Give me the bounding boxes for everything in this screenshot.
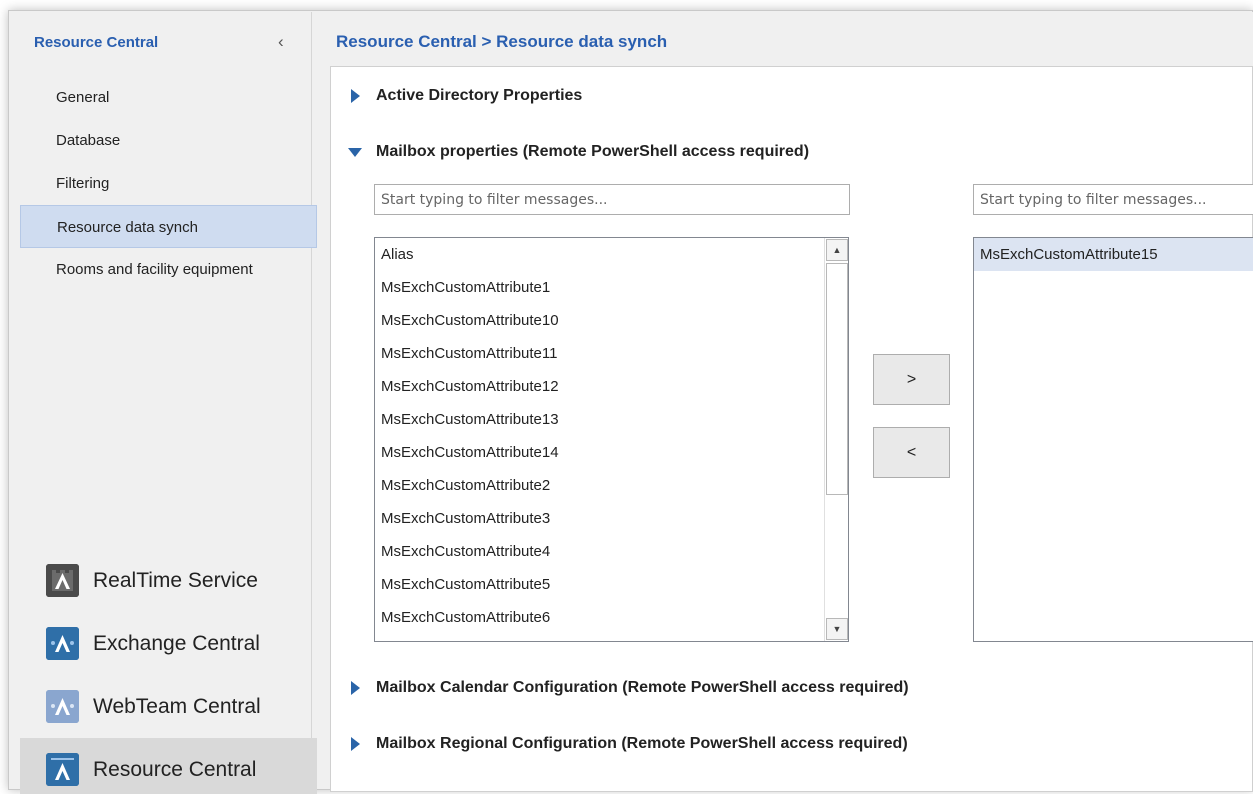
sidebar-item-filtering[interactable]: Filtering bbox=[20, 162, 317, 205]
sidebar-item-rooms-and-facility-equipment[interactable]: Rooms and facility equipment bbox=[20, 248, 317, 291]
list-item[interactable]: MsExchCustomAttribute10 bbox=[375, 304, 824, 337]
vertical-scrollbar[interactable]: ▲ ▼ bbox=[824, 238, 848, 641]
main-panel: Resource Central > Resource data synch A… bbox=[320, 12, 1253, 792]
expand-arrow-icon bbox=[347, 736, 363, 752]
module-label: Exchange Central bbox=[93, 631, 260, 655]
selected-properties-list[interactable]: MsExchCustomAttribute15 bbox=[973, 237, 1253, 642]
module-webteam-central[interactable]: WebTeam Central bbox=[20, 675, 317, 738]
breadcrumb: Resource Central > Resource data synch bbox=[336, 32, 668, 51]
list-item[interactable]: MsExchCustomAttribute13 bbox=[375, 403, 824, 436]
section-label: Mailbox Calendar Configuration (Remote P… bbox=[376, 679, 909, 696]
module-realtime-service[interactable]: RealTime Service bbox=[20, 549, 317, 612]
selected-filter-input[interactable] bbox=[973, 184, 1253, 215]
add-property-button[interactable]: > bbox=[873, 354, 950, 405]
list-item[interactable]: MsExchCustomAttribute12 bbox=[375, 370, 824, 403]
list-item[interactable]: MsExchCustomAttribute3 bbox=[375, 502, 824, 535]
scroll-up-button[interactable]: ▲ bbox=[826, 239, 848, 261]
available-filter-input[interactable] bbox=[374, 184, 850, 215]
section-label: Active Directory Properties bbox=[376, 87, 583, 104]
section-label: Mailbox Regional Configuration (Remote P… bbox=[376, 735, 908, 752]
expand-arrow-icon bbox=[347, 88, 363, 104]
section-active-directory-properties[interactable]: Active Directory Properties bbox=[347, 87, 582, 105]
list-item[interactable]: MsExchCustomAttribute6 bbox=[375, 601, 824, 634]
collapse-arrow-icon bbox=[347, 144, 363, 160]
list-item[interactable]: MsExchCustomAttribute15 bbox=[974, 238, 1253, 271]
section-mailbox-properties[interactable]: Mailbox properties (Remote PowerShell ac… bbox=[347, 143, 809, 161]
section-label: Mailbox properties (Remote PowerShell ac… bbox=[376, 143, 810, 160]
section-mailbox-regional-configuration[interactable]: Mailbox Regional Configuration (Remote P… bbox=[347, 735, 908, 753]
collapse-chevron-icon[interactable]: ‹ bbox=[278, 32, 284, 52]
resource-central-icon bbox=[46, 753, 79, 786]
sidebar-nav: General Database Filtering Resource data… bbox=[20, 76, 317, 291]
expand-arrow-icon bbox=[347, 680, 363, 696]
module-exchange-central[interactable]: Exchange Central bbox=[20, 612, 317, 675]
list-item[interactable]: Alias bbox=[375, 238, 824, 271]
list-item[interactable]: MsExchCustomAttribute14 bbox=[375, 436, 824, 469]
webteam-central-icon bbox=[46, 690, 79, 723]
list-item[interactable]: MsExchCustomAttribute11 bbox=[375, 337, 824, 370]
module-switcher: RealTime Service Exchange Central WebTea… bbox=[20, 549, 317, 794]
module-label: RealTime Service bbox=[93, 568, 258, 592]
sidebar-header: Resource Central ‹ bbox=[10, 30, 312, 58]
sidebar: Resource Central ‹ General Database Filt… bbox=[10, 12, 317, 794]
list-item[interactable]: MsExchCustomAttribute5 bbox=[375, 568, 824, 601]
section-mailbox-calendar-configuration[interactable]: Mailbox Calendar Configuration (Remote P… bbox=[347, 679, 909, 697]
realtime-service-icon bbox=[46, 564, 79, 597]
list-item[interactable]: MsExchCustomAttribute4 bbox=[375, 535, 824, 568]
module-label: WebTeam Central bbox=[93, 694, 261, 718]
list-item[interactable]: MsExchCustomAttribute1 bbox=[375, 271, 824, 304]
sidebar-item-resource-data-synch[interactable]: Resource data synch bbox=[20, 205, 317, 248]
sidebar-item-general[interactable]: General bbox=[20, 76, 317, 119]
exchange-central-icon bbox=[46, 627, 79, 660]
module-resource-central[interactable]: Resource Central bbox=[20, 738, 317, 794]
sidebar-item-database[interactable]: Database bbox=[20, 119, 317, 162]
scroll-down-button[interactable]: ▼ bbox=[826, 618, 848, 640]
content-area: Active Directory Properties Mailbox prop… bbox=[330, 66, 1253, 792]
remove-property-button[interactable]: < bbox=[873, 427, 950, 478]
available-properties-list[interactable]: Alias MsExchCustomAttribute1 MsExchCusto… bbox=[374, 237, 849, 642]
list-item[interactable]: MsExchCustomAttribute2 bbox=[375, 469, 824, 502]
module-label: Resource Central bbox=[93, 757, 257, 781]
sidebar-title: Resource Central bbox=[34, 34, 159, 51]
scroll-thumb[interactable] bbox=[826, 263, 848, 495]
